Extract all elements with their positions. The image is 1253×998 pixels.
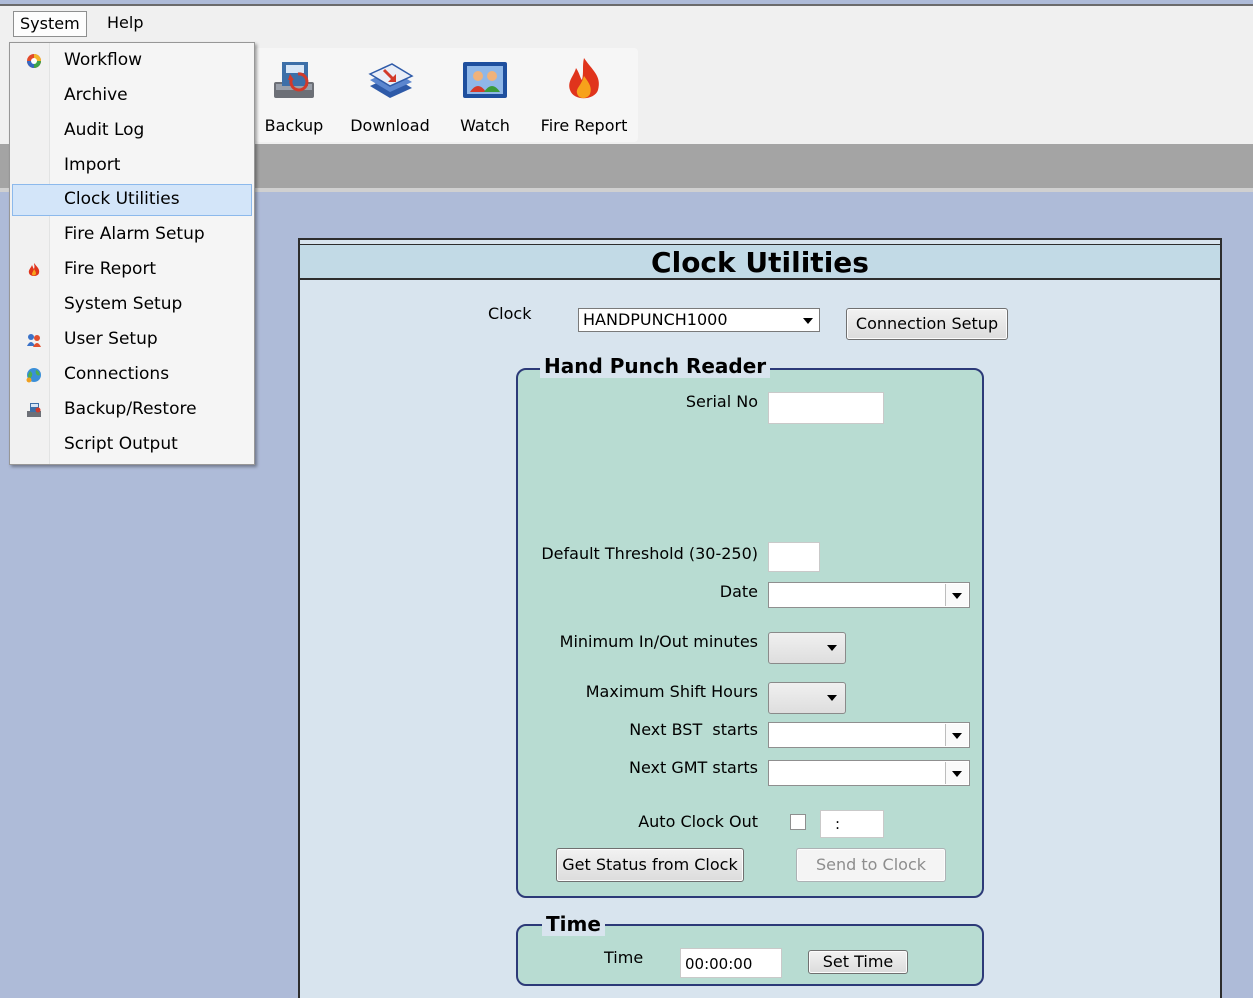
- menu-item-import[interactable]: Import: [12, 150, 252, 182]
- min-inout-label: Minimum In/Out minutes: [559, 632, 758, 651]
- menu-bar: [0, 4, 1253, 44]
- next-bst-label: Next BST starts: [629, 720, 758, 739]
- fire-icon: [28, 263, 40, 276]
- menu-item-fire-alarm-setup[interactable]: Fire Alarm Setup: [12, 219, 252, 251]
- users-icon: [27, 334, 41, 347]
- menu-item-connections[interactable]: Connections: [12, 359, 252, 391]
- next-gmt-label: Next GMT starts: [628, 758, 758, 777]
- toolbar-watch-button[interactable]: Watch: [452, 56, 518, 140]
- serial-no-input[interactable]: [768, 392, 884, 424]
- toolbar-backup-button[interactable]: Backup: [260, 56, 328, 140]
- default-threshold-label: Default Threshold (30-250): [541, 544, 758, 563]
- clock-select[interactable]: HANDPUNCH1000: [578, 308, 820, 332]
- chevron-down-icon: [945, 762, 968, 784]
- min-inout-select[interactable]: [768, 632, 846, 664]
- chevron-down-icon: [827, 645, 837, 651]
- workflow-icon: [27, 54, 41, 68]
- menu-item-backup-restore[interactable]: Backup/Restore: [12, 394, 252, 426]
- send-to-clock-button[interactable]: Send to Clock: [796, 848, 946, 882]
- chevron-down-icon: [827, 695, 837, 701]
- max-shift-label: Maximum Shift Hours: [585, 682, 758, 701]
- toolbar-backup-label: Backup: [264, 116, 324, 135]
- auto-clock-out-label: Auto Clock Out: [638, 812, 758, 831]
- watch-icon: [463, 62, 507, 98]
- menu-help[interactable]: Help: [101, 11, 149, 37]
- toolbar-watch-label: Watch: [460, 116, 510, 135]
- time-group-title: Time: [542, 912, 605, 936]
- clock-label: Clock: [488, 304, 532, 323]
- serial-no-label: Serial No: [685, 392, 758, 411]
- hand-punch-reader-title: Hand Punch Reader: [540, 354, 771, 378]
- time-label: Time: [604, 948, 644, 967]
- toolbar-fire-report-label: Fire Report: [540, 116, 628, 135]
- menu-item-audit-log[interactable]: Audit Log: [12, 115, 252, 147]
- download-icon: [368, 63, 414, 98]
- menu-item-workflow[interactable]: Workflow: [12, 45, 252, 77]
- menu-item-archive[interactable]: Archive: [12, 80, 252, 112]
- chevron-down-icon: [945, 724, 968, 746]
- menu-item-user-setup[interactable]: User Setup: [12, 324, 252, 356]
- backup-icon: [27, 403, 41, 417]
- menu-system[interactable]: System: [13, 11, 87, 37]
- set-time-button[interactable]: Set Time: [808, 950, 908, 974]
- backup-icon: [274, 62, 314, 98]
- max-shift-select[interactable]: [768, 682, 846, 714]
- page-title: Clock Utilities: [300, 244, 1220, 280]
- date-picker[interactable]: [768, 582, 970, 608]
- auto-clock-out-checkbox[interactable]: [790, 814, 806, 830]
- time-input[interactable]: 00:00:00: [680, 948, 782, 978]
- system-menu: Workflow Archive Audit Log Import Clock …: [9, 42, 255, 465]
- globe-icon: [26, 368, 41, 383]
- toolbar-fire-report-button[interactable]: Fire Report: [534, 56, 634, 140]
- menu-item-fire-report[interactable]: Fire Report: [12, 254, 252, 286]
- toolbar-download-label: Download: [350, 116, 430, 135]
- menu-item-clock-utilities[interactable]: Clock Utilities: [12, 184, 252, 216]
- menu-item-script-output[interactable]: Script Output: [12, 429, 252, 461]
- next-gmt-picker[interactable]: [768, 760, 970, 786]
- default-threshold-input[interactable]: [768, 542, 820, 572]
- chevron-down-icon: [803, 318, 813, 324]
- chevron-down-icon: [945, 584, 968, 606]
- clock-select-value: HANDPUNCH1000: [583, 310, 728, 329]
- toolbar-download-button[interactable]: Download: [344, 56, 436, 140]
- date-label: Date: [719, 582, 758, 601]
- next-bst-picker[interactable]: [768, 722, 970, 748]
- clock-utilities-panel: Clock Utilities Clock HANDPUNCH1000 Conn…: [298, 238, 1222, 998]
- connection-setup-button[interactable]: Connection Setup: [846, 308, 1008, 340]
- get-status-button[interactable]: Get Status from Clock: [556, 848, 744, 882]
- fire-icon: [569, 58, 599, 99]
- menu-item-system-setup[interactable]: System Setup: [12, 289, 252, 321]
- auto-clock-out-time-input[interactable]: :: [820, 810, 884, 838]
